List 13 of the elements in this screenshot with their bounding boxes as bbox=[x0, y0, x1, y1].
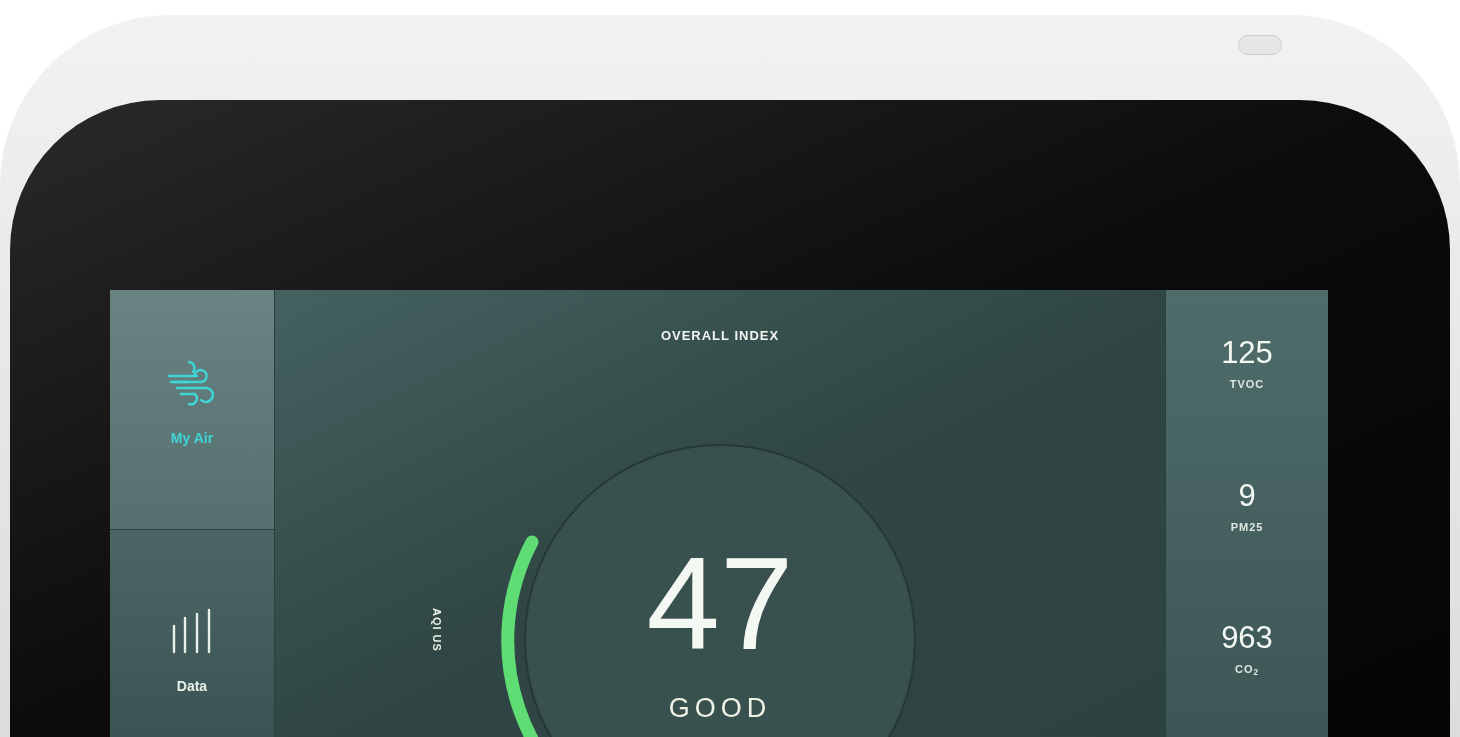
bar-chart-icon bbox=[171, 608, 213, 654]
scale-label: AQI US bbox=[429, 608, 444, 652]
metric-label: TVOC bbox=[1229, 377, 1265, 392]
metric-label: CO$_{2}$ bbox=[1234, 662, 1260, 678]
section-title: OVERALL INDEX bbox=[660, 328, 780, 344]
index-value: 47 bbox=[646, 538, 794, 670]
wind-icon bbox=[167, 360, 217, 406]
metric-value: 963 bbox=[1221, 621, 1273, 655]
metric-label: PM25 bbox=[1230, 519, 1264, 535]
metric-value: 9 bbox=[1238, 478, 1256, 513]
index-status: GOOD bbox=[668, 692, 772, 725]
metric-value: 125 bbox=[1221, 336, 1273, 370]
nav-tab[interactable]: Data bbox=[110, 530, 274, 737]
